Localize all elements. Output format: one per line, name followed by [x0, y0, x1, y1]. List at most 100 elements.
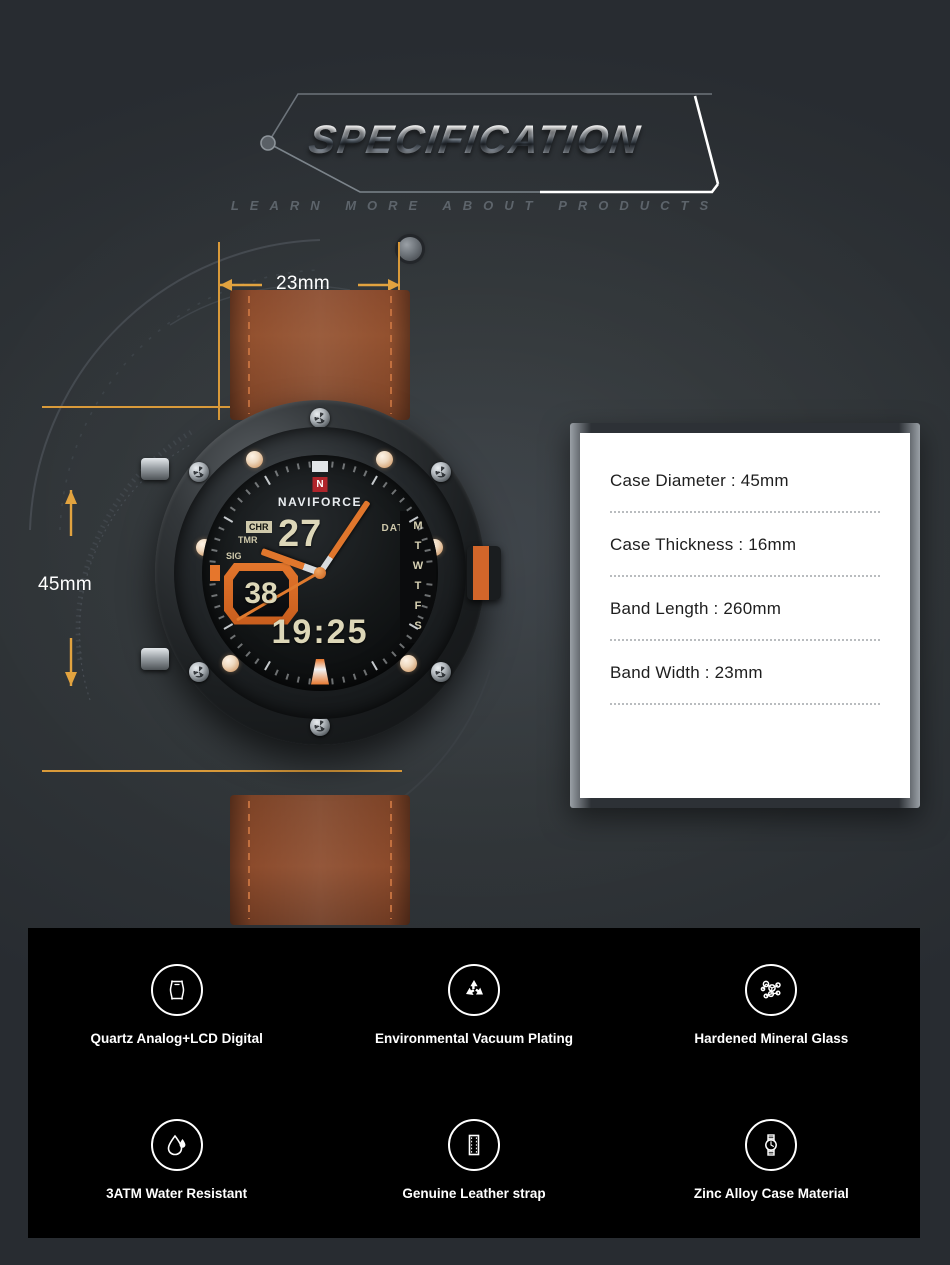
dial-tick: [211, 548, 218, 552]
spec-row: Case Diameter : 45mm: [610, 471, 880, 535]
wristwatch-icon: [745, 1118, 798, 1171]
dial-tick: [296, 675, 300, 683]
spec-divider: [610, 511, 880, 513]
feature-item: 3ATM Water Resistant: [28, 1118, 325, 1203]
dial-tick: [264, 475, 271, 485]
watch-dial: N NAVIFORCE CHR TMR SIG DATE 27 38 M T W…: [202, 454, 438, 691]
feature-label: 3ATM Water Resistant: [106, 1185, 248, 1201]
dial-tick: [254, 481, 260, 488]
watch-bezel: N NAVIFORCE CHR TMR SIG DATE 27 38 M T W…: [174, 426, 466, 719]
feature-label: Quartz Analog+LCD Digital: [90, 1030, 263, 1046]
dial-tick: [426, 559, 433, 563]
specification-card-inner: Case Diameter : 45mm Case Thickness : 16…: [580, 433, 910, 798]
dial-tick: [254, 657, 260, 664]
brand-logo-mark: N: [312, 476, 328, 492]
spec-text: Band Width : 23mm: [610, 663, 763, 682]
index-marker-6: [311, 658, 329, 685]
dial-tick: [264, 660, 271, 670]
specification-card: Case Diameter : 45mm Case Thickness : 16…: [570, 423, 920, 808]
dial-tick: [296, 462, 300, 470]
bezel-screw: [310, 408, 330, 428]
dial-tick: [218, 526, 225, 531]
dial-tick: [352, 465, 357, 472]
dial-tick: [209, 582, 216, 586]
dial-tick: [245, 650, 251, 657]
dial-tick: [342, 675, 346, 683]
feature-panel: Quartz Analog+LCD Digital Environmental …: [28, 928, 920, 1238]
dial-tick: [426, 582, 433, 586]
case-diameter-label: 45mm: [38, 574, 92, 595]
spec-divider: [610, 703, 880, 705]
spec-text: Band Length : 260mm: [610, 599, 782, 618]
index-marker-9: [210, 564, 220, 581]
feature-label: Genuine Leather strap: [402, 1185, 546, 1201]
spec-row: Band Width : 23mm: [610, 663, 880, 727]
watch-pusher-bottom: [141, 648, 169, 670]
page-background: SPECIFICATION LEARN MORE ABOUT PRODUCTS …: [0, 0, 950, 1265]
header-section: SPECIFICATION LEARN MORE ABOUT PRODUCTS: [0, 70, 950, 261]
spec-text: Case Diameter : 45mm: [610, 471, 789, 490]
dial-tick: [331, 461, 334, 468]
dial-tick: [237, 642, 243, 649]
dial-tick: [223, 515, 234, 523]
watch-pusher-top: [141, 458, 169, 480]
dial-tick: [308, 677, 311, 684]
watch-case: N NAVIFORCE CHR TMR SIG DATE 27 38 M T W…: [141, 400, 501, 745]
dial-tick: [352, 673, 357, 680]
spec-row: Case Thickness : 16mm: [610, 535, 880, 599]
watch-strap-bottom: [230, 795, 410, 925]
day-label: W: [412, 560, 424, 572]
bezel-screw: [310, 716, 330, 736]
spec-divider: [610, 575, 880, 577]
day-label: T: [414, 580, 422, 592]
feature-item: Quartz Analog+LCD Digital: [28, 963, 325, 1048]
dial-tick: [363, 668, 368, 676]
recycle-icon: [447, 963, 500, 1016]
bezel-screw: [189, 662, 209, 682]
dial-tick: [371, 660, 378, 670]
feature-item: Environmental Vacuum Plating: [325, 963, 622, 1048]
feature-item: Zinc Alloy Case Material: [623, 1118, 920, 1203]
feature-item: Genuine Leather strap: [325, 1118, 622, 1203]
bezel-screw: [189, 462, 209, 482]
sub-counter-value: 38: [244, 576, 278, 610]
dial-tick: [229, 633, 236, 640]
spec-row: Band Length : 260mm: [610, 599, 880, 663]
label-sig: SIG: [226, 550, 242, 561]
feature-label: Zinc Alloy Case Material: [693, 1185, 849, 1201]
dial-tick: [371, 475, 378, 485]
dial-tick: [308, 461, 311, 468]
lume-marker: [246, 450, 263, 468]
bezel-screw: [431, 662, 451, 682]
dial-tick: [331, 677, 334, 684]
dial-tick: [363, 469, 368, 477]
molecule-icon: [745, 963, 798, 1016]
label-tmr: TMR: [238, 534, 258, 545]
water-drop-icon: [150, 1118, 203, 1171]
dial-tick: [274, 668, 279, 676]
dial-tick: [285, 465, 290, 472]
lume-marker: [376, 450, 393, 468]
dial-tick: [382, 481, 388, 488]
dial-tick: [214, 604, 221, 609]
strap-stitch-right: [390, 801, 392, 919]
page-subtitle: LEARN MORE ABOUT PRODUCTS: [230, 198, 720, 213]
feature-label: Environmental Vacuum Plating: [374, 1030, 574, 1046]
dial-tick: [342, 462, 346, 470]
spec-divider: [610, 639, 880, 641]
dial-tick: [285, 673, 290, 680]
dial-tick: [214, 536, 221, 541]
leather-strap-icon: [447, 1118, 500, 1171]
index-marker-12: [312, 460, 328, 472]
digital-date-display: 27: [278, 512, 323, 555]
watch-crown: [467, 546, 501, 600]
strap-stitch-left: [248, 801, 250, 919]
feature-label: Hardened Mineral Glass: [694, 1030, 849, 1046]
page-title: SPECIFICATION: [0, 118, 950, 163]
watch-case-icon: [150, 963, 203, 1016]
bezel-screw: [431, 462, 451, 482]
strap-stitch-right: [390, 296, 392, 414]
lume-marker: [400, 654, 417, 672]
dial-tick: [391, 650, 397, 657]
hero-section: 23mm 45mm N NAVIFORCE CHR TMR SIG DATE 2…: [0, 230, 950, 925]
